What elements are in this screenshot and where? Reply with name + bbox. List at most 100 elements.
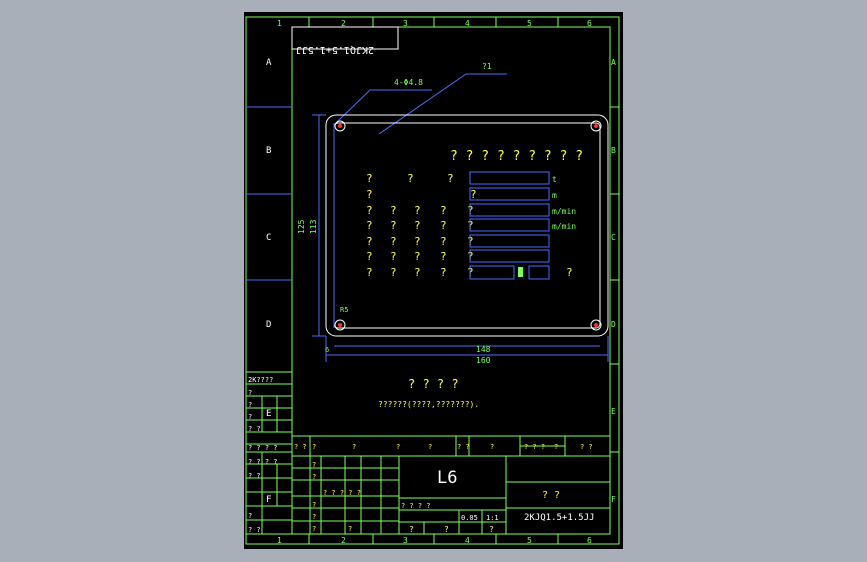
zone-number-top: 6 [587, 19, 592, 28]
field-label-top: ? [366, 172, 373, 185]
zone-letter-right: D [611, 320, 616, 329]
zone-letter-left: B [266, 146, 271, 156]
stage-label-1: ? ? ? ? [401, 502, 431, 510]
zone-letter-left: C [266, 233, 271, 243]
plate-callout: ?1 [482, 62, 492, 71]
holes-callout: 4-Φ4.8 [394, 78, 423, 87]
zone-number-top: 5 [527, 19, 532, 28]
field-label: ? [390, 250, 397, 263]
title-header-cell: ? [554, 443, 558, 451]
unit-t: t [552, 175, 557, 184]
title-header-cell: ? ? [580, 443, 593, 451]
dim-outer-height: 125 [297, 219, 306, 234]
designer-rows: ?????? [312, 461, 352, 533]
field-label: ? [366, 250, 373, 263]
field-label: ? [390, 235, 397, 248]
zone-letter-right: C [611, 233, 616, 242]
field-label: ? [366, 266, 373, 279]
title-header-cell: ? ? ? [524, 443, 545, 451]
dim-edge-offset: 6 [325, 346, 329, 354]
plate-title: ? ? ? ? ? ? ? ? ? [450, 149, 583, 164]
note-text: ??????(????,???????). [378, 400, 479, 409]
zone-letter-right: A [611, 58, 616, 67]
field-label: ? [366, 188, 373, 201]
zone-number-bottom: 4 [465, 536, 470, 545]
title-header-cell: ? ? [294, 443, 307, 451]
designer-row: ? [312, 461, 316, 469]
left-block-row: ? ? ? ? [248, 444, 278, 452]
drawing-number: 2KJQ1.5+1.5JJ [524, 513, 594, 523]
zone-letter-left: D [266, 320, 271, 330]
product-name: ? ? [542, 490, 560, 501]
left-block-row: ? [248, 512, 252, 520]
proc-row: ? ? ? ? ? [323, 489, 361, 497]
title-header-cell: ? [352, 443, 356, 451]
left-block-top: 2K???? [248, 376, 273, 384]
field-label-top: ? [407, 172, 414, 185]
field-label: ? [440, 266, 447, 279]
zone-letter-left: A [266, 58, 272, 68]
sheet-label: 0.05 [461, 514, 478, 522]
dim-radius: R5 [340, 306, 348, 314]
field-label: ? [414, 204, 421, 217]
stage-label-2: ? [409, 525, 414, 534]
field-label: ? [366, 204, 373, 217]
title-block-header: ? ????? ? ?? ? ? ?? ? ? [294, 443, 593, 451]
zone-letter-right: F [611, 495, 616, 504]
title-header-cell: ? [312, 443, 316, 451]
field-label: ? [440, 219, 447, 232]
designer-row: ? [312, 473, 316, 481]
field-label: ? [440, 204, 447, 217]
field-label: ? [414, 235, 421, 248]
designer-row: ? [348, 525, 352, 533]
left-block-row: ? ? ? ? [248, 458, 278, 466]
field-label: ? [366, 219, 373, 232]
zone-number-bottom: 6 [587, 536, 592, 545]
field-label: ? [440, 250, 447, 263]
field-boxes [469, 171, 550, 280]
title-header-cell: ? [490, 443, 494, 451]
field-label-top: ? [447, 172, 454, 185]
left-block-row: ? ? [248, 472, 261, 480]
left-letter-e: E [266, 409, 271, 419]
stage-label-4: ? [489, 525, 494, 534]
unit-m: m [552, 191, 557, 200]
mirrored-code: 2KJQ1.5+1.5JJ [296, 44, 374, 55]
left-block-row: ? [248, 413, 252, 421]
dim-inner-width: 148 [476, 345, 491, 354]
field-label: ? [390, 266, 397, 279]
field-label: ? [390, 204, 397, 217]
zone-number-bottom: 2 [341, 536, 346, 545]
field-label: ? [414, 250, 421, 263]
field-label: ? [470, 188, 477, 201]
field-label: ? [440, 235, 447, 248]
left-letter-f: F [266, 495, 271, 505]
left-block-row: ? [248, 389, 252, 397]
inner-frame [291, 26, 611, 535]
designer-row: ? [312, 513, 316, 521]
zone-number-top: 1 [277, 19, 282, 28]
field-label: ? [366, 235, 373, 248]
dim-outer-width: 160 [476, 356, 491, 365]
drawing-sheet: 123456 123456 ABCD ABCDEF 2KJQ1.5+1.5JJ … [244, 12, 623, 549]
unit-speed-1: m/min [552, 207, 576, 216]
title-header-cell: ? ? [457, 443, 470, 451]
zone-number-bottom: 3 [403, 536, 408, 545]
left-block-rows: ??? ? ? ? ? ? ? ? ? ? ? ? ?? ? ? [248, 389, 278, 534]
dim-inner-height: 113 [309, 219, 318, 234]
note-title: ? ? ? ? [408, 377, 459, 391]
zone-number-top: 4 [465, 19, 470, 28]
designer-row: ? [312, 501, 316, 509]
zone-number-bottom: 5 [527, 536, 532, 545]
title-header-cell: ? [428, 443, 432, 451]
zone-number-top: 3 [403, 19, 408, 28]
zone-letter-right: E [611, 407, 616, 416]
stage-label-3: ? [444, 525, 449, 534]
left-block-row: ? ? [248, 526, 261, 534]
zone-letter-right: B [611, 146, 616, 155]
left-block-row: ? [248, 401, 252, 409]
scale: 1:1 [486, 514, 499, 522]
field-label: ? [390, 219, 397, 232]
field-label: ? [414, 219, 421, 232]
drawing-canvas: 123456 123456 ABCD ABCDEF 2KJQ1.5+1.5JJ … [245, 16, 620, 545]
